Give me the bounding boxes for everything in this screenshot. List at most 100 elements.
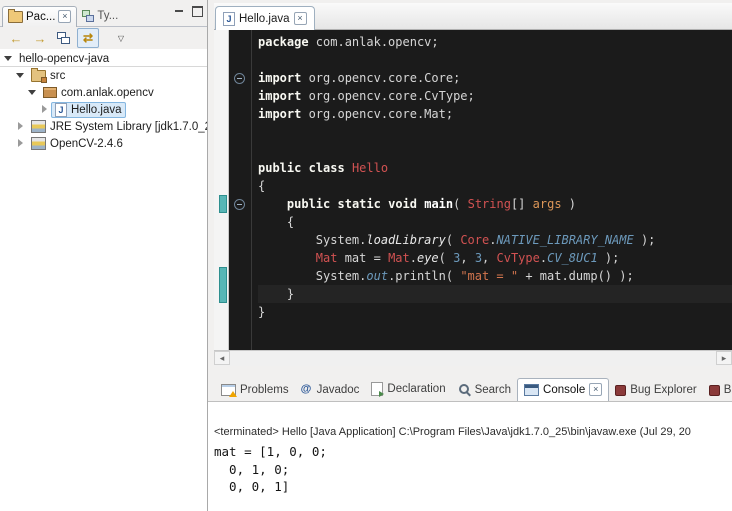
code-line[interactable]: { xyxy=(258,213,732,231)
editor-tabbar: Hello.java × xyxy=(214,3,732,30)
expand-arrow-icon[interactable] xyxy=(16,122,25,131)
tab-label: Bug Explorer xyxy=(630,384,696,396)
package-explorer-view: Pac...× Ty... hello-opencv-java src com.anl… xyxy=(0,0,208,511)
tab-label: Bug xyxy=(724,384,732,396)
view-menu-button[interactable] xyxy=(112,28,130,48)
tree-item-com-anlak-opencv[interactable]: com.anlak.opencv xyxy=(0,84,207,101)
range-indicator xyxy=(219,195,227,213)
scroll-right-button[interactable]: ▸ xyxy=(716,351,732,365)
tree-item-jre-system-library-jdk1-7-0-25[interactable]: JRE System Library [jdk1.7.0_25] xyxy=(0,118,207,135)
expand-arrow-icon[interactable] xyxy=(40,105,49,114)
bottom-view-tabbar: Problems Javadoc Declaration Search Console ×… xyxy=(208,374,732,402)
tree-item-label: hello-opencv-java xyxy=(19,53,109,65)
minimize-icon xyxy=(175,10,183,12)
code-line[interactable]: import org.opencv.core.Mat; xyxy=(258,105,732,123)
minimize-view-button[interactable] xyxy=(171,4,187,18)
tab-label: Javadoc xyxy=(317,384,360,396)
tree-item-label: src xyxy=(50,70,65,82)
tab-label: Console xyxy=(543,384,585,396)
view-tab-label: Ty... xyxy=(97,10,118,22)
tab-declaration[interactable]: Declaration xyxy=(365,378,451,401)
package-explorer-toolbar xyxy=(0,27,207,49)
back-button[interactable] xyxy=(5,28,27,48)
tree-item-src[interactable]: src xyxy=(0,67,207,84)
search-icon xyxy=(458,383,471,396)
left-view-tabs: Pac...× Ty... xyxy=(2,6,123,26)
editor-horizontal-scrollbar[interactable]: ◂ ▸ xyxy=(214,350,732,366)
folding-ruler[interactable] xyxy=(229,30,252,350)
close-icon[interactable]: × xyxy=(294,12,307,25)
type-hierarchy-icon xyxy=(82,10,94,22)
bottom-view-stack: Problems Javadoc Declaration Search Console ×… xyxy=(208,374,732,511)
tab-label: Declaration xyxy=(387,383,445,395)
bug-icon xyxy=(709,385,720,396)
source-folder-icon xyxy=(31,70,46,82)
collapse-all-button[interactable] xyxy=(53,28,75,48)
console-view[interactable]: <terminated> Hello [Java Application] C:… xyxy=(208,402,732,511)
collapse-arrow-icon[interactable] xyxy=(28,88,37,97)
code-line[interactable] xyxy=(258,51,732,69)
tree-item-opencv-2-4-6[interactable]: OpenCV-2.4.6 xyxy=(0,135,207,152)
java-file-icon xyxy=(223,12,235,26)
editor-tab-hello-java[interactable]: Hello.java × xyxy=(215,6,315,30)
tree-item-body[interactable]: hello-opencv-java xyxy=(15,52,113,66)
collapse-arrow-icon[interactable] xyxy=(4,54,13,63)
tab-label: Search xyxy=(475,384,511,396)
tree-item-body[interactable]: JRE System Library [jdk1.7.0_25] xyxy=(27,119,207,134)
editor-tab-label: Hello.java xyxy=(239,13,290,25)
code-line[interactable]: public static void main( String[] args ) xyxy=(258,195,732,213)
library-icon xyxy=(31,120,46,133)
forward-button[interactable] xyxy=(29,28,51,48)
tab-label: Problems xyxy=(240,384,289,396)
close-icon[interactable]: × xyxy=(58,10,71,23)
tree-item-body[interactable]: Hello.java xyxy=(51,102,126,118)
tree-item-body[interactable]: com.anlak.opencv xyxy=(39,86,158,100)
editor-area: Hello.java × package com.anlak.opencv; i… xyxy=(214,3,732,364)
maximize-view-button[interactable] xyxy=(189,4,205,18)
tree-item-body[interactable]: src xyxy=(27,69,69,83)
code-line[interactable]: public class Hello xyxy=(258,159,732,177)
tab-bug-explorer[interactable]: Bug Explorer xyxy=(609,380,702,401)
view-tab-pac[interactable]: Pac...× xyxy=(2,6,77,27)
annotation-ruler[interactable] xyxy=(214,30,229,350)
project-tree[interactable]: hello-opencv-java src com.anlak.opencv Hell… xyxy=(0,49,207,511)
code-line[interactable] xyxy=(258,123,732,141)
code-line[interactable]: } xyxy=(258,285,732,303)
code-line[interactable]: System.out.println( "mat = " + mat.dump(… xyxy=(258,267,732,285)
tab-console[interactable]: Console × xyxy=(517,378,609,402)
view-tab-label: Pac... xyxy=(26,11,55,23)
code-line[interactable] xyxy=(258,141,732,159)
java-file-icon xyxy=(55,103,67,117)
code-line[interactable]: { xyxy=(258,177,732,195)
tree-item-label: OpenCV-2.4.6 xyxy=(50,138,123,150)
tree-item-hello-opencv-java[interactable]: hello-opencv-java xyxy=(0,50,207,67)
scroll-left-button[interactable]: ◂ xyxy=(214,351,230,365)
tree-item-label: Hello.java xyxy=(71,104,122,116)
declaration-icon xyxy=(371,382,383,396)
bug-icon xyxy=(615,385,626,396)
maximize-icon xyxy=(192,6,203,17)
view-tab-ty[interactable]: Ty... xyxy=(77,7,123,26)
code-line[interactable]: package com.anlak.opencv; xyxy=(258,33,732,51)
tab-bug[interactable]: Bug xyxy=(703,380,732,401)
code-line[interactable]: } xyxy=(258,303,732,321)
fold-collapse-icon[interactable] xyxy=(234,199,245,210)
problems-icon xyxy=(221,384,236,396)
fold-collapse-icon[interactable] xyxy=(234,73,245,84)
link-with-editor-button[interactable] xyxy=(77,28,99,48)
package-explorer-icon xyxy=(8,11,23,23)
code-line[interactable]: Mat mat = Mat.eye( 3, 3, CvType.CV_8UC1 … xyxy=(258,249,732,267)
eclipse-window: Pac...×Ty... hello-opencv-javasrccom.anl… xyxy=(0,0,732,511)
close-icon[interactable]: × xyxy=(589,383,602,396)
tab-javadoc[interactable]: Javadoc xyxy=(295,380,366,401)
expand-arrow-icon[interactable] xyxy=(16,139,25,148)
code-line[interactable]: import org.opencv.core.CvType; xyxy=(258,87,732,105)
code-line[interactable]: System.loadLibrary( Core.NATIVE_LIBRARY_… xyxy=(258,231,732,249)
tab-search[interactable]: Search xyxy=(452,379,517,401)
code-line[interactable]: import org.opencv.core.Core; xyxy=(258,69,732,87)
tab-problems[interactable]: Problems xyxy=(215,380,295,401)
tree-item-hello-java[interactable]: Hello.java xyxy=(0,101,207,118)
code-area[interactable]: package com.anlak.opencv; import org.ope… xyxy=(252,30,732,350)
tree-item-body[interactable]: OpenCV-2.4.6 xyxy=(27,136,127,151)
collapse-arrow-icon[interactable] xyxy=(16,71,25,80)
